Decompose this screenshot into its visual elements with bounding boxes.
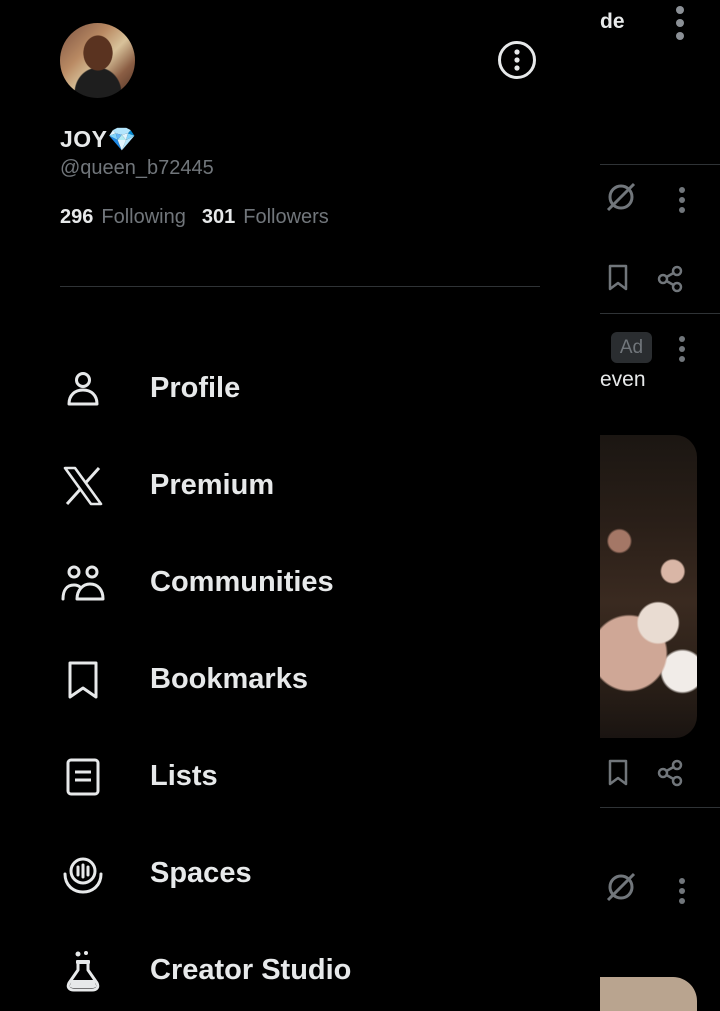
feed-partial-ad-text: even xyxy=(600,368,646,391)
user-handle: @queen_b72445 xyxy=(60,157,214,179)
followers-count: 301 xyxy=(201,206,236,228)
post-more-icon[interactable] xyxy=(678,186,686,219)
menu-item-premium[interactable]: Premium xyxy=(0,437,600,534)
x-logo-icon xyxy=(60,463,106,509)
grok-icon[interactable] xyxy=(604,870,638,909)
ad-badge: Ad xyxy=(611,332,652,363)
share-icon[interactable] xyxy=(656,265,684,298)
bookmark-icon xyxy=(60,657,106,703)
menu-item-communities[interactable]: Communities xyxy=(0,534,600,631)
follow-stats: 296 Following 301 Followers xyxy=(60,206,329,229)
followers-label: Followers xyxy=(243,206,329,228)
feed-post-image[interactable] xyxy=(600,435,697,738)
feed-divider xyxy=(600,164,720,165)
post-more-icon[interactable] xyxy=(678,877,686,910)
feed-partial-title: de xyxy=(600,10,625,33)
feed-post-card[interactable] xyxy=(600,977,697,1011)
avatar[interactable] xyxy=(60,23,135,98)
menu-item-label: Premium xyxy=(150,469,275,501)
post-more-icon[interactable] xyxy=(678,335,686,368)
menu-item-creator-studio[interactable]: Creator Studio xyxy=(0,922,600,1011)
following-link[interactable]: 296 Following xyxy=(60,206,186,229)
bookmark-icon[interactable] xyxy=(607,759,629,792)
communities-icon xyxy=(60,560,106,606)
share-icon[interactable] xyxy=(656,759,684,792)
display-name[interactable]: JOY💎 xyxy=(60,126,137,153)
menu-item-label: Creator Studio xyxy=(150,954,352,986)
menu-item-spaces[interactable]: Spaces xyxy=(0,825,600,922)
menu-item-bookmarks[interactable]: Bookmarks xyxy=(0,631,600,728)
feed-divider xyxy=(600,807,720,808)
list-icon xyxy=(60,754,106,800)
menu-item-label: Spaces xyxy=(150,857,252,889)
menu-item-label: Bookmarks xyxy=(150,663,308,695)
followers-link[interactable]: 301 Followers xyxy=(202,206,329,229)
divider xyxy=(60,286,540,287)
side-drawer: JOY💎 @queen_b72445 296 Following 301 Follo… xyxy=(0,0,600,1011)
flask-icon xyxy=(60,948,106,994)
more-options-circle-icon[interactable] xyxy=(498,41,536,79)
bookmark-icon[interactable] xyxy=(607,264,629,297)
following-count: 296 xyxy=(60,206,94,228)
menu-item-label: Profile xyxy=(150,372,241,404)
grok-icon[interactable] xyxy=(604,180,638,219)
menu-item-label: Lists xyxy=(150,760,218,792)
kebab-menu-icon[interactable] xyxy=(673,5,687,46)
following-label: Following xyxy=(101,206,186,228)
person-icon xyxy=(60,366,106,412)
menu-item-profile[interactable]: Profile xyxy=(0,340,600,437)
feed-divider xyxy=(600,313,720,314)
background-feed: de Ad even xyxy=(600,0,720,1011)
menu-item-lists[interactable]: Lists xyxy=(0,728,600,825)
spaces-icon xyxy=(60,851,106,897)
menu-item-label: Communities xyxy=(150,566,334,598)
